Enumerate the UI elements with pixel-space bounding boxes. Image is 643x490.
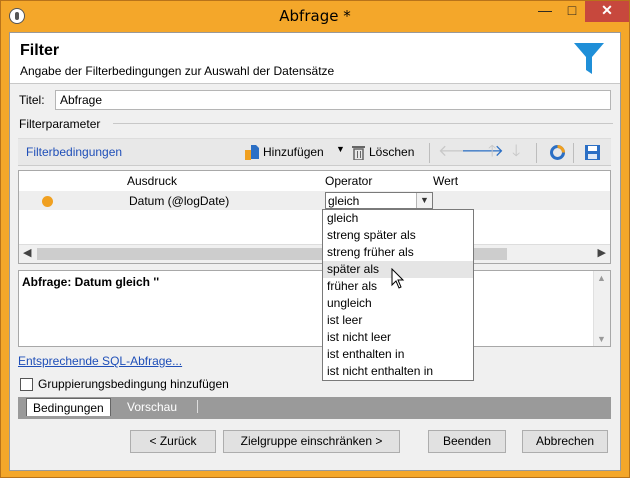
scroll-up-icon[interactable]: ▲ <box>597 273 606 283</box>
restrict-target-button[interactable]: Zielgruppe einschränken > <box>223 430 400 453</box>
tab-bar: Bedingungen Vorschau <box>18 397 611 416</box>
minimize-button[interactable]: — <box>531 1 559 22</box>
dialog-window: Abfrage * — □ ✕ Filter Angabe der Filter… <box>0 0 630 478</box>
group-condition-checkbox[interactable] <box>20 378 33 391</box>
arrow-right-icon[interactable]: 🡒 <box>461 143 504 161</box>
add-icon <box>245 145 259 160</box>
operator-option[interactable]: ist enthalten in <box>323 346 473 363</box>
title-label: Titel: <box>19 93 45 107</box>
condition-toolbar: Filterbedingungen Hinzufügen ▼ Löschen 🡐… <box>18 138 611 166</box>
title-input-value: Abfrage <box>60 93 103 107</box>
add-button[interactable]: Hinzufügen <box>263 145 324 159</box>
arrow-up-icon[interactable]: 🡑 <box>488 143 496 161</box>
finish-button[interactable]: Beenden <box>428 430 506 453</box>
back-button[interactable]: < Zurück <box>130 430 216 453</box>
toolbar-divider <box>429 143 430 163</box>
tab-divider <box>197 400 198 413</box>
scroll-down-icon[interactable]: ▼ <box>597 334 606 344</box>
mouse-cursor-icon <box>391 268 405 289</box>
column-header-operator[interactable]: Operator <box>325 174 372 188</box>
operator-option[interactable]: ist leer <box>323 312 473 329</box>
save-icon[interactable] <box>584 144 601 161</box>
maximize-button[interactable]: □ <box>559 1 585 22</box>
group-condition-label[interactable]: Gruppierungsbedingung hinzufügen <box>38 377 229 391</box>
arrow-down-icon[interactable]: 🡓 <box>512 143 520 161</box>
operator-select[interactable]: gleich ▼ <box>325 192 433 209</box>
funnel-icon <box>574 43 604 74</box>
close-button[interactable]: ✕ <box>585 1 629 22</box>
operator-option[interactable]: streng früher als <box>323 244 473 261</box>
dialog-header: Filter Angabe der Filterbedingungen zur … <box>10 33 620 84</box>
row-expression: Datum (@logDate) <box>129 194 230 208</box>
operator-option[interactable]: ungleich <box>323 295 473 312</box>
page-title: Filter <box>20 42 60 59</box>
filter-conditions-label: Filterbedingungen <box>26 145 123 159</box>
delete-button[interactable]: Löschen <box>369 145 414 159</box>
operator-dropdown-list[interactable]: gleich streng später als streng früher a… <box>322 209 474 381</box>
page-subtitle: Angabe der Filterbedingungen zur Auswahl… <box>20 64 335 78</box>
horizontal-scrollbar[interactable]: ◀ ▶ <box>19 244 610 263</box>
query-preview: Abfrage: Datum gleich '' ▲ ▼ <box>18 270 611 347</box>
scroll-left-icon[interactable]: ◀ <box>23 246 31 259</box>
trash-icon <box>352 146 365 160</box>
operator-option[interactable]: gleich <box>323 210 473 227</box>
toolbar-divider <box>536 143 537 163</box>
title-input[interactable]: Abfrage <box>55 90 611 110</box>
chevron-down-icon[interactable]: ▼ <box>416 193 432 208</box>
status-dot-icon <box>42 196 53 207</box>
tab-panel-border <box>18 416 611 419</box>
sql-query-link[interactable]: Entsprechende SQL-Abfrage... <box>18 354 182 368</box>
tab-conditions[interactable]: Bedingungen <box>26 398 111 416</box>
query-text: Abfrage: Datum gleich '' <box>22 275 160 289</box>
section-divider <box>113 123 613 124</box>
operator-option[interactable]: ist nicht leer <box>323 329 473 346</box>
tab-preview[interactable]: Vorschau <box>121 398 183 416</box>
cancel-button[interactable]: Abbrechen <box>522 430 608 453</box>
toolbar-divider <box>573 143 574 163</box>
title-bar[interactable]: Abfrage * — □ ✕ <box>1 1 629 31</box>
dialog-client: Filter Angabe der Filterbedingungen zur … <box>9 32 621 471</box>
column-header-expression[interactable]: Ausdruck <box>127 174 177 188</box>
refresh-icon[interactable] <box>549 144 566 161</box>
add-dropdown-icon[interactable]: ▼ <box>336 144 345 154</box>
scroll-right-icon[interactable]: ▶ <box>598 246 606 259</box>
operator-select-value: gleich <box>328 194 360 208</box>
operator-option[interactable]: streng später als <box>323 227 473 244</box>
vertical-scrollbar[interactable]: ▲ ▼ <box>593 271 610 346</box>
column-header-value[interactable]: Wert <box>433 174 458 188</box>
operator-option[interactable]: ist nicht enthalten in <box>323 363 473 380</box>
section-label: Filterparameter <box>19 117 101 131</box>
table-row[interactable]: Datum (@logDate) gleich ▼ <box>19 191 610 210</box>
conditions-grid[interactable]: Ausdruck Operator Wert Datum (@logDate) … <box>18 170 611 264</box>
